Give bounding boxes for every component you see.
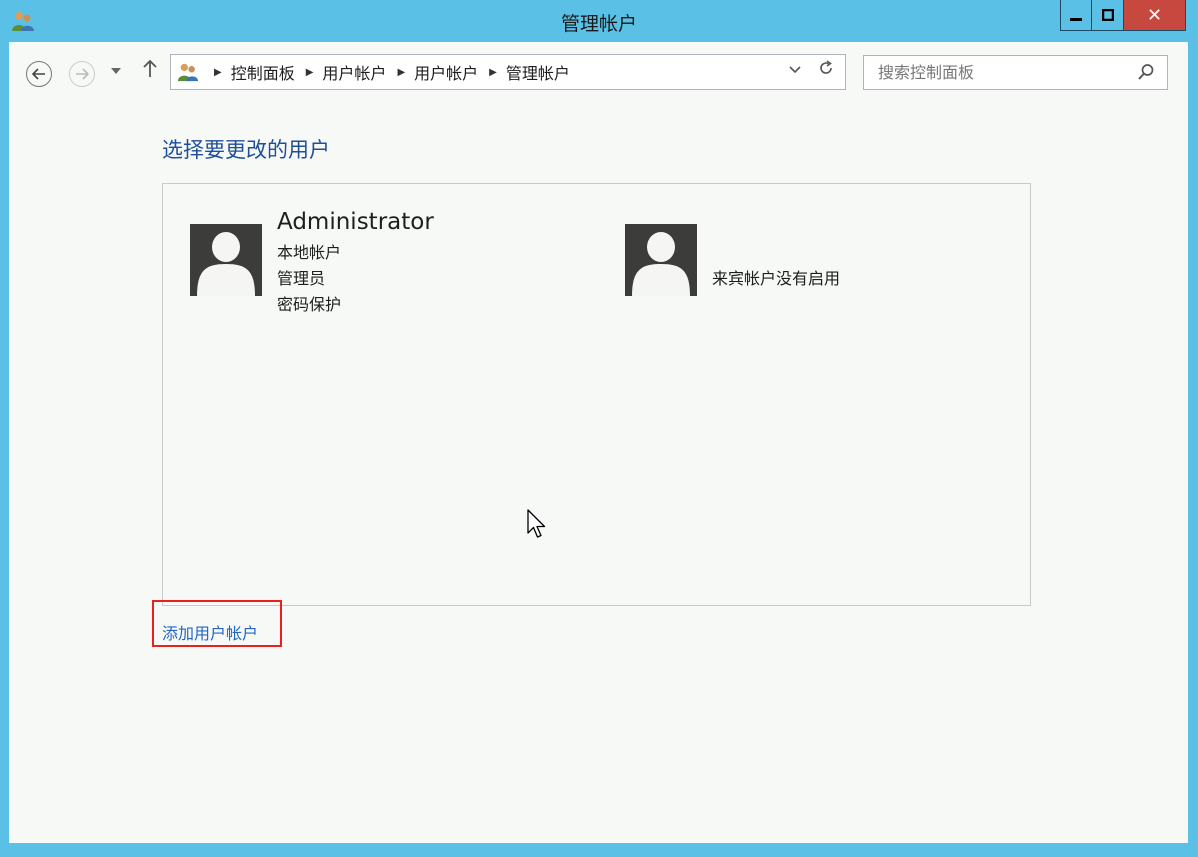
close-button[interactable]: ✕ [1124, 0, 1186, 31]
search-icon [1138, 64, 1154, 80]
avatar [190, 224, 262, 296]
account-password-status: 密码保护 [277, 295, 342, 314]
forward-arrow-icon [76, 68, 89, 80]
search-button[interactable] [1137, 63, 1155, 85]
close-icon: ✕ [1146, 4, 1163, 26]
page-title: 选择要更改的用户 [162, 138, 330, 162]
breadcrumb: ▶ 控制面板 ▶ 用户帐户 ▶ 用户帐户 ▶ 管理帐户 [203, 55, 570, 89]
avatar [625, 224, 697, 296]
breadcrumb-item[interactable]: 控制面板 [231, 60, 295, 84]
chevron-down-icon [789, 66, 801, 74]
back-arrow-icon [32, 68, 45, 80]
breadcrumb-chevron-icon[interactable]: ▶ [489, 67, 497, 78]
account-role: 管理员 [277, 269, 326, 288]
window-client-area: ▶ 控制面板 ▶ 用户帐户 ▶ 用户帐户 ▶ 管理帐户 选择要更改的用户 [9, 42, 1188, 843]
account-type: 本地帐户 [277, 243, 342, 262]
account-name: Administrator [277, 209, 434, 235]
recent-pages-icon [111, 68, 121, 74]
search-box[interactable] [863, 55, 1168, 90]
maximize-icon [1101, 9, 1114, 21]
mouse-pointer-icon [527, 509, 549, 545]
add-user-account-highlight: 添加用户帐户 [152, 600, 282, 647]
title-bar: 管理帐户 ✕ [0, 0, 1198, 42]
search-input[interactable] [864, 56, 1138, 89]
breadcrumb-chevron-icon[interactable]: ▶ [397, 67, 405, 78]
minimize-icon [1070, 18, 1082, 21]
recent-pages-button[interactable] [111, 66, 121, 77]
account-status: 来宾帐户没有启用 [712, 269, 841, 288]
refresh-button[interactable] [818, 60, 834, 81]
breadcrumb-chevron-icon[interactable]: ▶ [306, 67, 314, 78]
up-button[interactable] [143, 59, 157, 82]
user-accounts-icon [177, 61, 199, 83]
add-user-account-link[interactable]: 添加用户帐户 [162, 620, 258, 644]
up-arrow-icon [143, 59, 157, 77]
user-avatar-icon [632, 232, 690, 296]
address-dropdown-button[interactable] [789, 62, 801, 78]
user-avatar-icon [197, 232, 255, 296]
maximize-button[interactable] [1092, 0, 1124, 31]
refresh-icon [820, 60, 832, 74]
breadcrumb-item[interactable]: 管理帐户 [506, 60, 570, 84]
minimize-button[interactable] [1060, 0, 1092, 31]
window-controls: ✕ [1060, 0, 1186, 32]
window-title: 管理帐户 [560, 13, 637, 35]
breadcrumb-item[interactable]: 用户帐户 [322, 60, 386, 84]
account-list: Administrator 本地帐户 管理员 密码保护 来宾帐户没有启用 [162, 183, 1031, 606]
forward-button[interactable] [69, 61, 95, 87]
address-bar[interactable]: ▶ 控制面板 ▶ 用户帐户 ▶ 用户帐户 ▶ 管理帐户 [170, 54, 846, 90]
breadcrumb-chevron-icon[interactable]: ▶ [214, 67, 222, 78]
breadcrumb-item[interactable]: 用户帐户 [414, 60, 478, 84]
back-button[interactable] [26, 61, 52, 87]
